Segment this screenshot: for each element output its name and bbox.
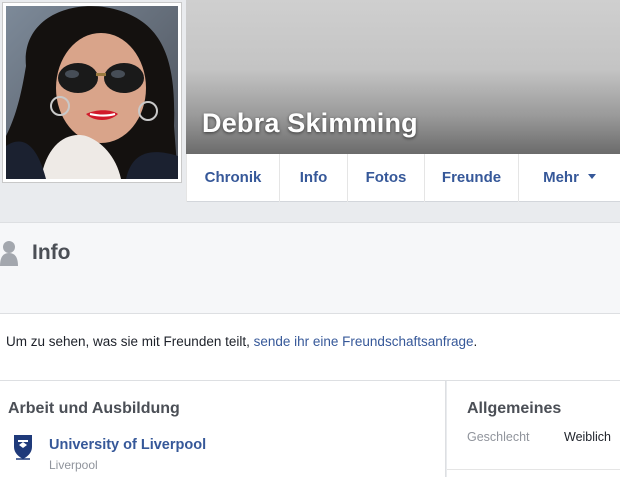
notice-prefix: Um zu sehen, was sie mit Freunden teilt, (6, 334, 254, 349)
general-section: Allgemeines Geschlecht Weiblich (447, 381, 620, 477)
gender-value: Weiblich (564, 430, 612, 444)
info-header: Info (0, 222, 620, 314)
tab-mehr[interactable]: Mehr (518, 154, 620, 202)
profile-name[interactable]: Debra Skimming (202, 108, 418, 139)
work-education-section: Arbeit und Ausbildung University of Live… (0, 381, 446, 477)
notice-suffix: . (473, 334, 478, 349)
tab-chronik[interactable]: Chronik (186, 154, 279, 202)
profile-photo-image (6, 6, 178, 179)
notice-text: Um zu sehen, was sie mit Freunden teilt,… (6, 334, 477, 349)
school-name-link[interactable]: University of Liverpool (49, 437, 206, 453)
tab-freunde[interactable]: Freunde (424, 154, 518, 202)
profile-picture[interactable] (2, 2, 182, 183)
university-crest-icon (14, 435, 32, 460)
friend-request-notice: Um zu sehen, was sie mit Freunden teilt,… (0, 314, 620, 381)
page-title: Info (32, 241, 71, 264)
tab-fotos[interactable]: Fotos (347, 154, 424, 202)
person-icon (0, 241, 18, 266)
send-friend-request-link[interactable]: sende ihr eine Freundschaftsanfrage (254, 334, 474, 349)
tab-mehr-label: Mehr (543, 169, 579, 186)
work-education-title: Arbeit und Ausbildung (8, 400, 180, 417)
profile-tab-bar: Chronik Info Fotos Freunde Mehr (186, 154, 620, 202)
gender-label: Geschlecht (467, 430, 530, 444)
divider (447, 469, 620, 470)
tab-info[interactable]: Info (279, 154, 347, 202)
general-title: Allgemeines (467, 400, 562, 417)
school-location: Liverpool (49, 458, 98, 472)
chevron-down-icon (587, 173, 596, 179)
